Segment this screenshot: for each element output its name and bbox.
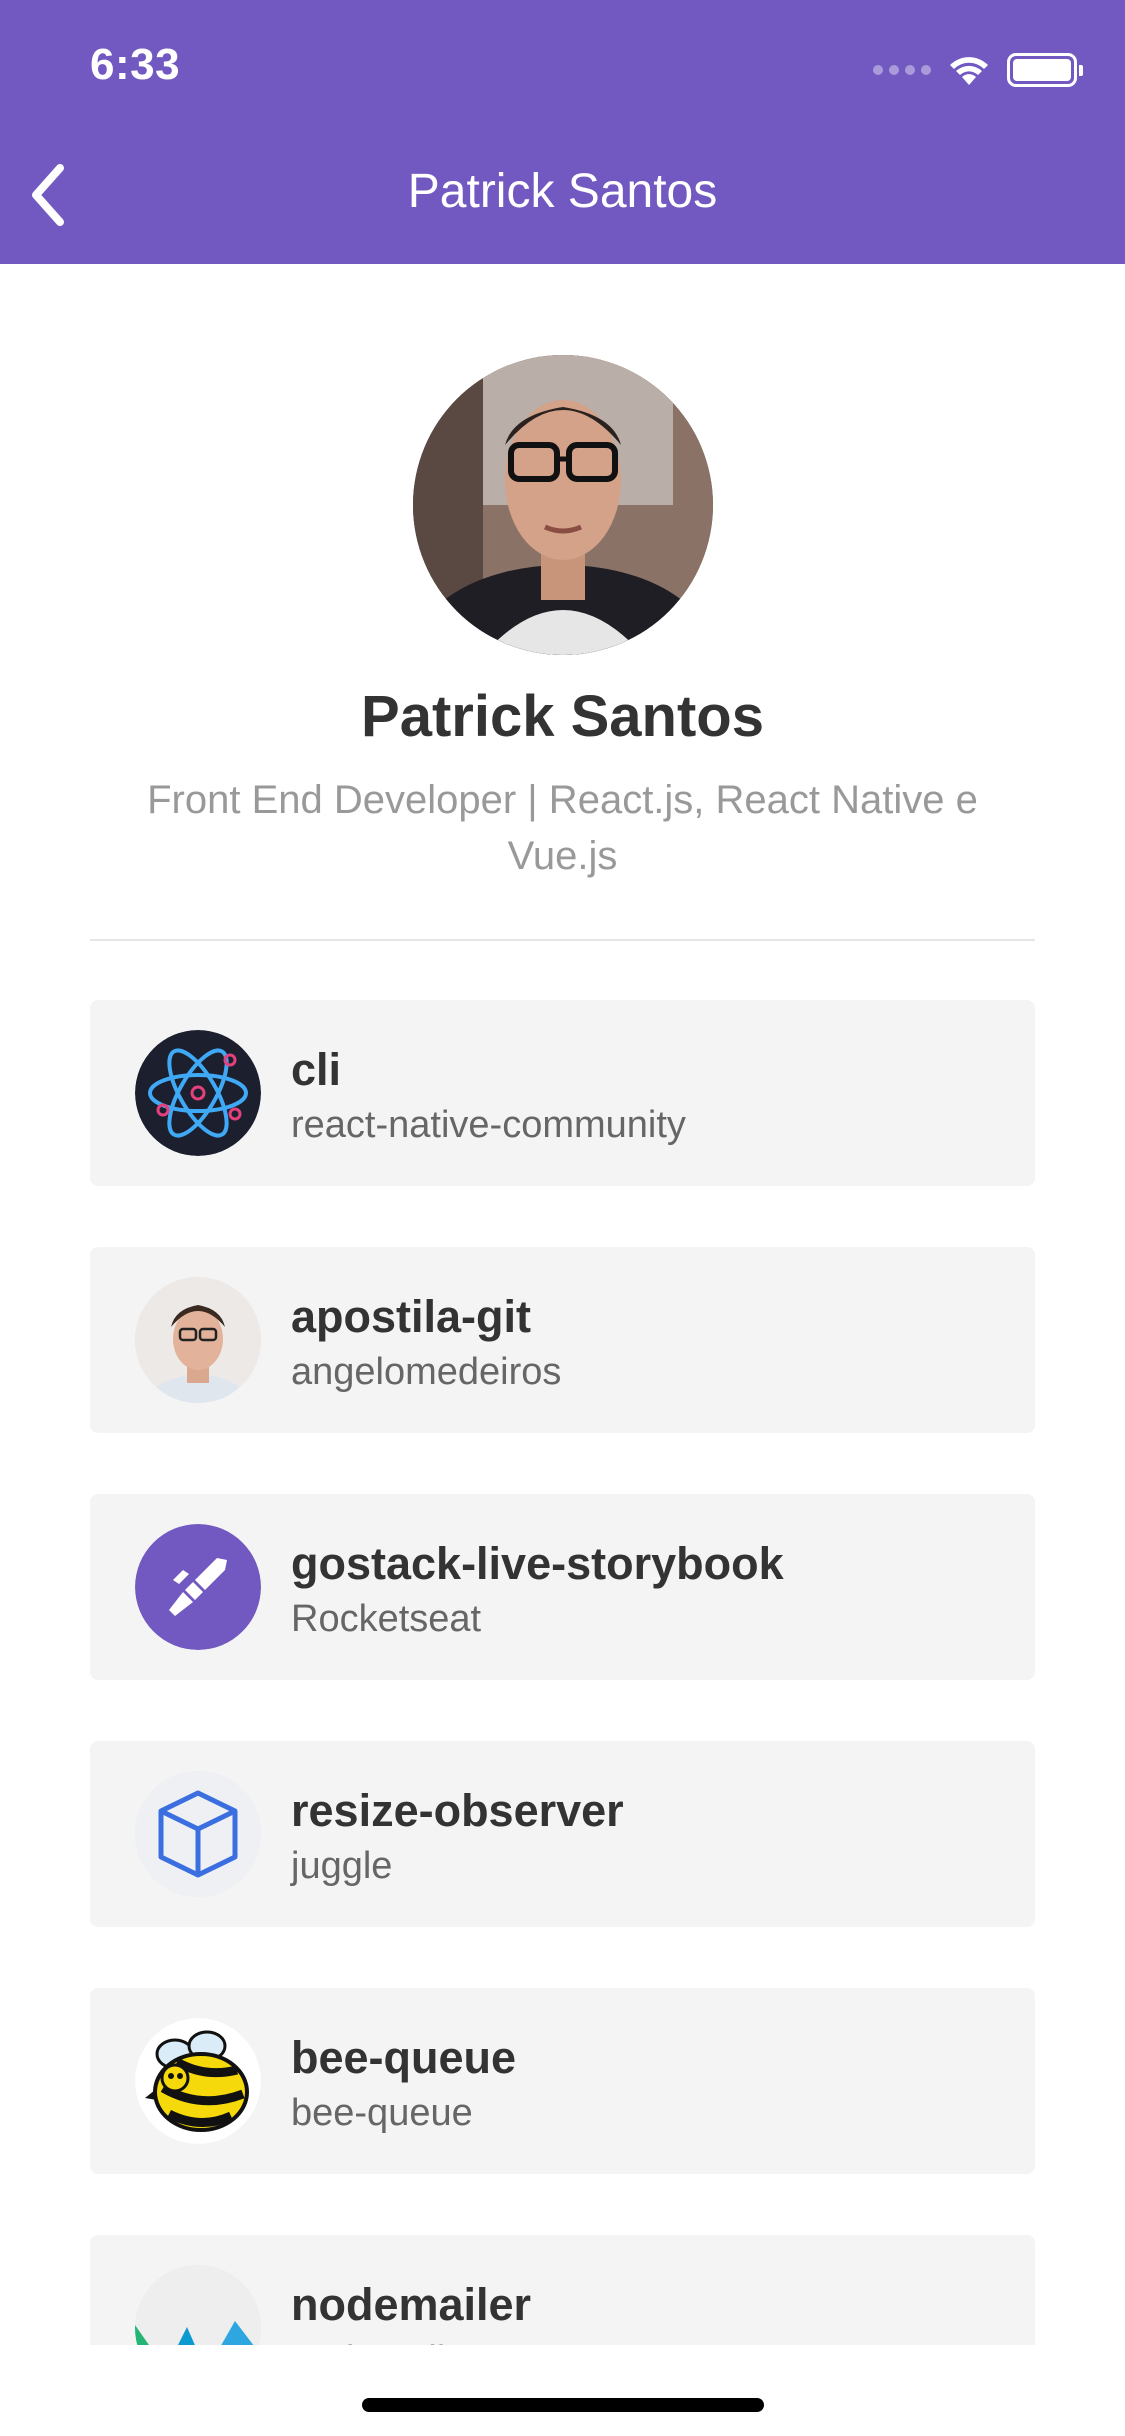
wifi-icon bbox=[950, 57, 988, 85]
repo-list[interactable]: cli react-native-community apostila-git … bbox=[0, 1000, 1125, 2345]
bee-logo bbox=[135, 2018, 261, 2144]
page-title: Patrick Santos bbox=[407, 165, 718, 218]
repo-name: gostack-live-storybook bbox=[291, 1538, 784, 1589]
repo-card[interactable]: apostila-git angelomedeiros bbox=[90, 1247, 1035, 1433]
repo-card[interactable]: resize-observer juggle bbox=[90, 1741, 1035, 1927]
rocketseat-logo bbox=[135, 1524, 261, 1650]
repo-owner: angelomedeiros bbox=[291, 1351, 562, 1393]
repo-name: bee-queue bbox=[291, 2032, 517, 2083]
cellular-signal-icon bbox=[873, 65, 931, 75]
repo-name: apostila-git bbox=[291, 1291, 532, 1342]
profile-avatar bbox=[413, 355, 713, 655]
status-time: 6:33 bbox=[90, 40, 181, 89]
header-bar: 6:33 Patrick Santos bbox=[0, 0, 1125, 264]
repo-owner: Rocketseat bbox=[291, 1598, 482, 1640]
repo-name: resize-observer bbox=[291, 1785, 624, 1836]
battery-icon bbox=[1007, 53, 1083, 87]
repo-card[interactable]: gostack-live-storybook Rocketseat bbox=[90, 1494, 1035, 1680]
repo-card[interactable]: cli react-native-community bbox=[90, 1000, 1035, 1186]
home-indicator[interactable] bbox=[362, 2398, 764, 2412]
react-atom-icon bbox=[135, 1030, 261, 1156]
cube-icon bbox=[135, 1771, 261, 1897]
repo-name: nodemailer bbox=[291, 2279, 532, 2330]
repo-name: cli bbox=[291, 1044, 342, 1095]
user-avatar bbox=[135, 1277, 261, 1403]
repo-owner: nodemailer bbox=[291, 2339, 479, 2345]
repo-owner: juggle bbox=[291, 1845, 393, 1887]
repo-card[interactable]: nodemailer nodemailer bbox=[90, 2235, 1035, 2345]
profile-name: Patrick Santos bbox=[361, 684, 764, 749]
status-indicators bbox=[873, 50, 1083, 90]
repo-owner: react-native-community bbox=[291, 1104, 686, 1146]
nodemailer-logo bbox=[135, 2265, 261, 2345]
profile-bio: Front End Developer | React.js, React Na… bbox=[147, 778, 978, 878]
repo-owner: bee-queue bbox=[291, 2092, 473, 2134]
divider bbox=[90, 939, 1035, 941]
repo-card[interactable]: bee-queue bee-queue bbox=[90, 1988, 1035, 2174]
